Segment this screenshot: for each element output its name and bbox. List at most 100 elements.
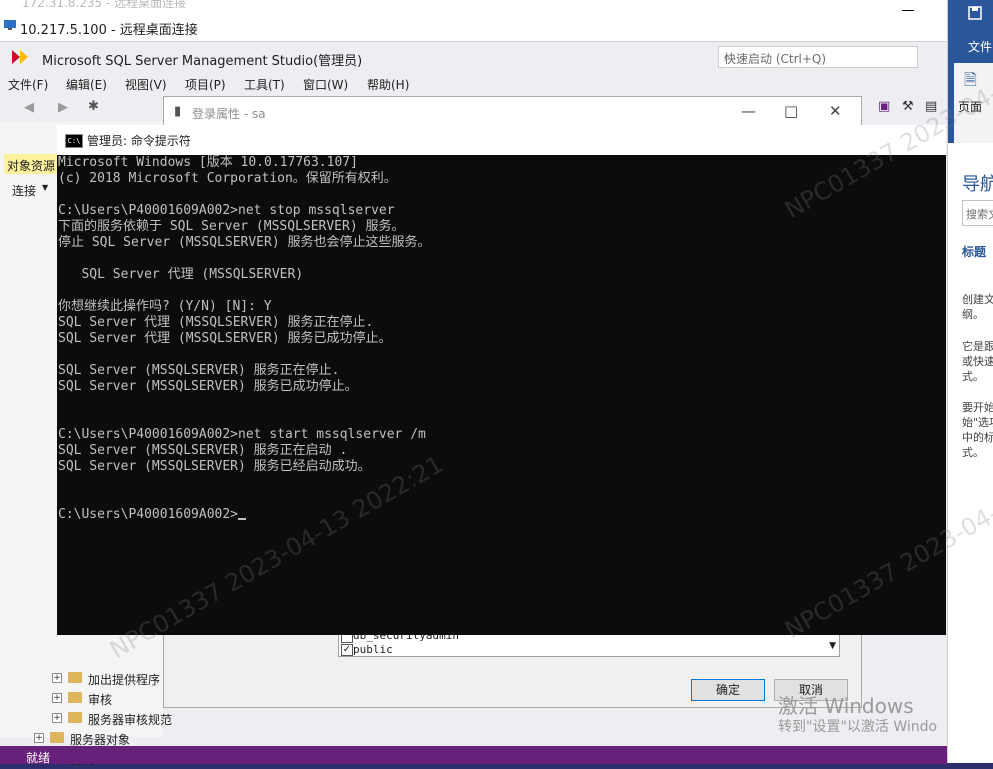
dialog-titlebar: ▮ 登录属性 - sa — □ ✕: [164, 97, 861, 127]
activation-title: 激活 Windows: [778, 694, 914, 718]
cmd-line: [58, 491, 943, 507]
page-icon: 🗎: [964, 70, 977, 89]
folder-icon: [68, 712, 82, 723]
minimize-icon[interactable]: —: [741, 102, 756, 120]
cmd-prompt: C:\Users\P40001609A002>: [58, 507, 239, 522]
tree-item-label: 审核: [88, 693, 113, 707]
status-bar: 就绪: [0, 746, 947, 765]
scroll-down-icon[interactable]: ▼: [829, 641, 836, 651]
tree-item[interactable]: + 服务器审核规范: [52, 709, 172, 729]
activation-subtitle: 转到"设置"以激活 Windo: [778, 719, 938, 735]
connect-button[interactable]: 连接 ▼: [4, 178, 60, 198]
cmd-line: Microsoft Windows [版本 10.0.17763.107]: [58, 155, 358, 170]
wrench-icon[interactable]: ⚒: [902, 99, 914, 114]
menu-edit[interactable]: 编辑(E): [66, 76, 107, 93]
cmd-prompt-line[interactable]: C:\Users\P40001609A002>: [58, 507, 943, 523]
file-tab[interactable]: 文件: [968, 38, 992, 55]
status-text: 就绪: [26, 751, 51, 765]
cmd-line: [58, 395, 943, 411]
expand-icon[interactable]: +: [34, 733, 44, 743]
cmd-icon: C:\: [65, 134, 83, 148]
folder-icon: [50, 732, 64, 743]
role-item[interactable]: public: [353, 643, 393, 656]
cmd-line: SQL Server (MSSQLSERVER) 服务正在停止.: [58, 363, 340, 378]
cmd-line: SQL Server 代理 (MSSQLSERVER) 服务正在停止.: [58, 315, 374, 330]
tree-item[interactable]: + 加出提供程序: [52, 669, 163, 689]
object-explorer-tab-label: 对象资源: [7, 159, 56, 173]
dialog-title: 登录属性 - sa: [192, 107, 266, 121]
menu-window[interactable]: 窗口(W): [303, 76, 348, 93]
nav-help-text-3: 要开始 始"选项 中的标 式。: [962, 401, 993, 459]
cmd-line: C:\Users\P40001609A002>net stop mssqlser…: [58, 203, 395, 218]
minimize-button[interactable]: [902, 10, 914, 11]
cmd-title: 管理员: 命令提示符: [87, 134, 191, 148]
expand-icon[interactable]: +: [52, 673, 62, 683]
cmd-line: [58, 411, 943, 427]
navigation-title: 导航: [962, 174, 993, 195]
remote-desktop-title: 10.217.5.100 - 远程桌面连接: [20, 23, 198, 38]
background-window-title: 172.31.8.235 - 远程桌面连接: [22, 0, 187, 10]
object-explorer-tab[interactable]: 对象资源: [4, 154, 60, 174]
cmd-line: (c) 2018 Microsoft Corporation。保留所有权利。: [58, 171, 397, 186]
nav-search-placeholder: 搜索文: [966, 208, 993, 221]
menu-tools[interactable]: 工具(T): [244, 76, 285, 93]
cmd-line: 你想继续此操作吗? (Y/N) [N]: Y: [58, 299, 272, 314]
tree-item[interactable]: + 审核: [52, 689, 163, 709]
folder-icon: [68, 672, 82, 683]
tree-item-label: 加出提供程序: [88, 673, 161, 687]
cmd-line: [58, 347, 943, 363]
dialog-icon: ▮: [174, 104, 182, 119]
cmd-line: [58, 187, 943, 203]
back-icon[interactable]: ◀: [24, 100, 34, 115]
menu-project[interactable]: 项目(P): [185, 76, 226, 93]
text-cursor: [238, 518, 247, 520]
nav-search-input[interactable]: 搜索文: [962, 200, 993, 226]
word-ribbon: 文件 🗎 页面: [948, 0, 993, 143]
ok-button[interactable]: 确定: [691, 679, 765, 701]
headings-tab[interactable]: 标题: [962, 243, 986, 260]
cmd-line: 停止 SQL Server (MSSQLSERVER) 服务也会停止这些服务。: [58, 235, 431, 250]
query-icon[interactable]: ▣: [878, 99, 890, 114]
menu-bar: 文件(F) 编辑(E) 视图(V) 项目(P) 工具(T) 窗口(W) 帮助(H…: [0, 72, 947, 94]
ssms-logo-icon: [12, 50, 28, 64]
cmd-line: [58, 475, 943, 491]
cmd-line: SQL Server (MSSQLSERVER) 服务已经启动成功。: [58, 459, 371, 474]
quick-launch-input[interactable]: 快速启动 (Ctrl+Q) ⌕: [718, 46, 918, 68]
page-label: 页面: [958, 100, 983, 114]
new-item-icon[interactable]: ✱: [88, 99, 99, 114]
cmd-line: [58, 283, 943, 299]
toolbox-icon[interactable]: ▤: [925, 99, 937, 114]
checkbox[interactable]: ✓: [341, 644, 353, 656]
page-button[interactable]: 🗎 页面: [954, 63, 993, 143]
nav-help-text-1: 创建文 纲。: [962, 293, 993, 321]
tree-item-label: 服务器审核规范: [88, 713, 173, 727]
menu-help[interactable]: 帮助(H): [367, 76, 409, 93]
menu-file[interactable]: 文件(F): [8, 76, 48, 93]
remote-desktop-icon: [4, 20, 16, 30]
command-prompt-window[interactable]: C:\ 管理员: 命令提示符 Microsoft Windows [版本 10.…: [57, 125, 946, 635]
folder-icon: [68, 692, 82, 703]
save-icon[interactable]: [968, 6, 982, 20]
cmd-line: SQL Server 代理 (MSSQLSERVER) 服务已成功停止。: [58, 331, 392, 346]
expand-icon[interactable]: +: [52, 713, 62, 723]
menu-view[interactable]: 视图(V): [125, 76, 167, 93]
connect-label: 连接: [12, 184, 37, 198]
expand-icon[interactable]: +: [52, 693, 62, 703]
cmd-line: SQL Server (MSSQLSERVER) 服务正在启动 .: [58, 443, 348, 458]
ssms-titlebar: Microsoft SQL Server Management Studio(管…: [0, 42, 947, 72]
search-icon[interactable]: ⌕: [724, 50, 913, 65]
remote-desktop-titlebar: 172.31.8.235 - 远程桌面连接 10.217.5.100 - 远程桌…: [0, 0, 947, 42]
cmd-titlebar: C:\ 管理员: 命令提示符: [57, 125, 946, 155]
close-icon[interactable]: ✕: [829, 102, 842, 120]
forward-icon[interactable]: ▶: [58, 100, 68, 115]
chevron-down-icon: ▼: [42, 183, 49, 192]
word-side-pane: 文件 🗎 页面 导航 搜索文 标题 创建文 纲。 它是跟 或快速 式。 要开始 …: [947, 0, 993, 763]
cmd-output[interactable]: Microsoft Windows [版本 10.0.17763.107] (c…: [58, 155, 943, 633]
nav-help-text-2: 它是跟 或快速 式。: [962, 340, 993, 383]
cmd-line: C:\Users\P40001609A002>net start mssqlse…: [58, 427, 426, 442]
cmd-line: SQL Server (MSSQLSERVER) 服务已成功停止。: [58, 379, 358, 394]
maximize-icon[interactable]: □: [784, 102, 798, 120]
cmd-line: [58, 251, 943, 267]
cmd-line: 下面的服务依赖于 SQL Server (MSSQLSERVER) 服务。: [58, 219, 405, 234]
cmd-line: SQL Server 代理 (MSSQLSERVER): [58, 267, 304, 282]
